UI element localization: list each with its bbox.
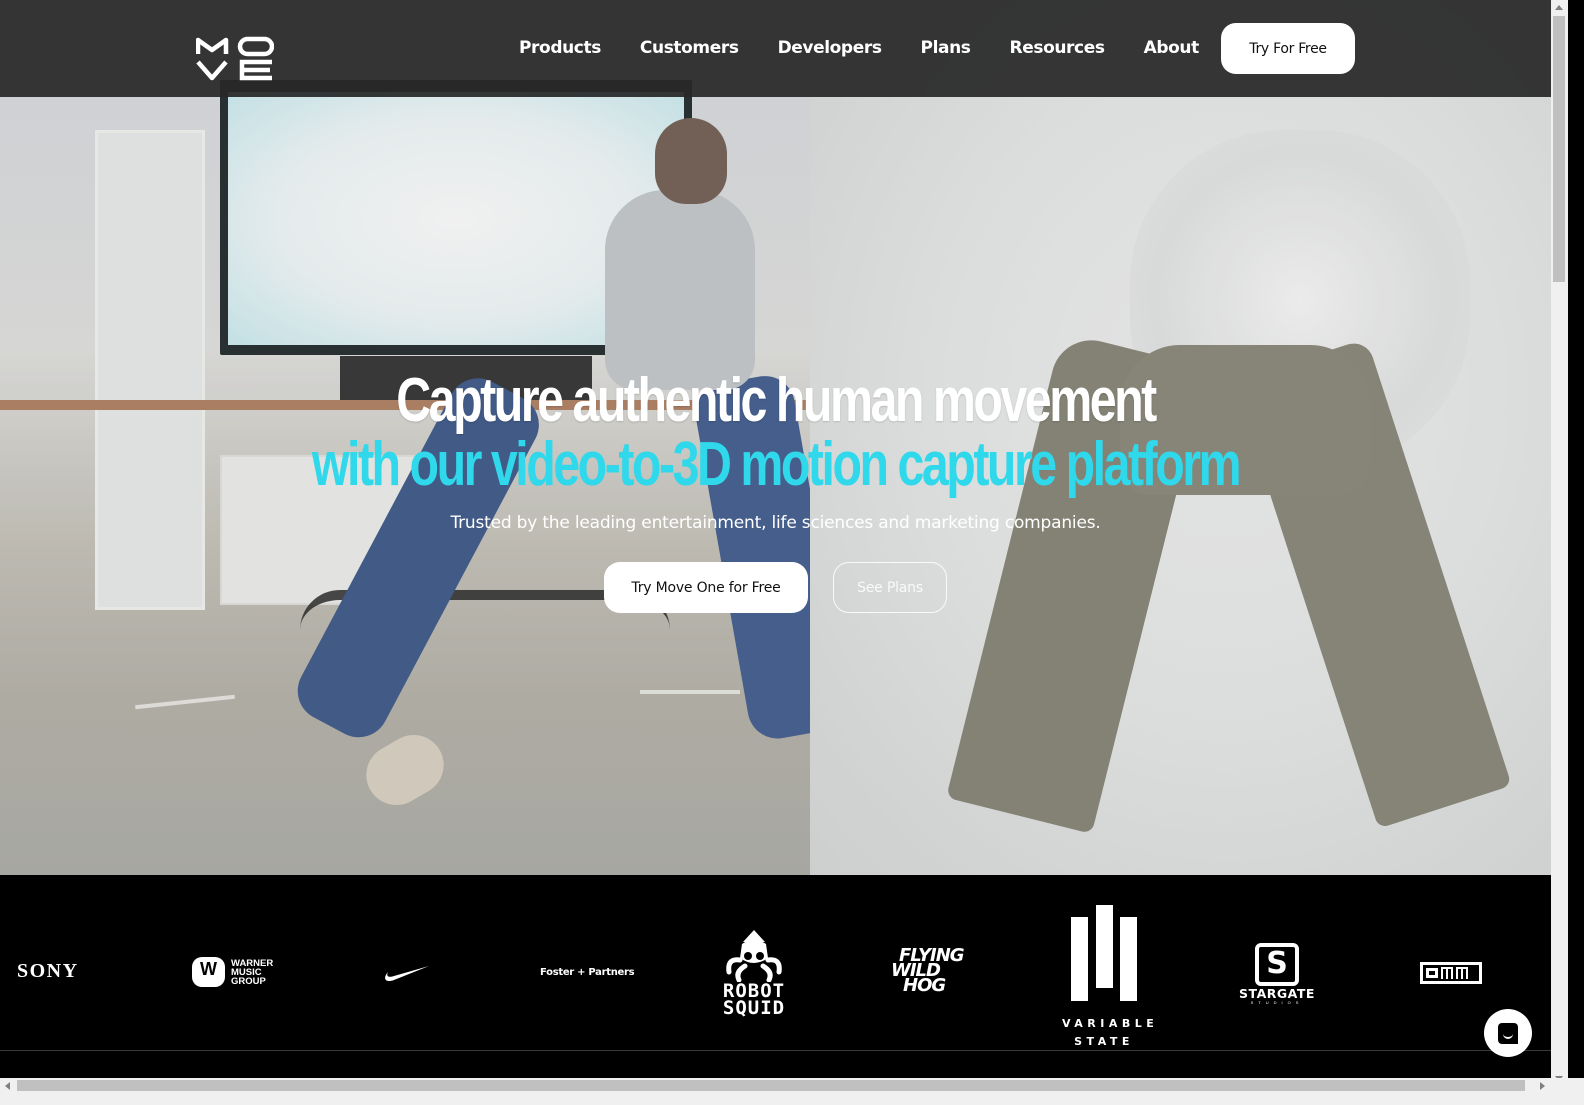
nav-customers[interactable]: Customers — [640, 36, 739, 60]
nike-swoosh-icon — [385, 966, 429, 982]
warner-music-group-logo: WARNER MUSIC GROUP — [192, 957, 273, 987]
nav-plans[interactable]: Plans — [921, 36, 971, 60]
nav-developers[interactable]: Developers — [778, 36, 882, 60]
vertical-scrollbar[interactable] — [1551, 0, 1568, 1089]
stargate-studios-logo: S STARGATE STUDIOS — [1236, 943, 1318, 1005]
robot-squid-logo: ROBOT SQUID — [713, 928, 795, 1018]
try-move-one-button[interactable]: Try Move One for Free — [604, 562, 808, 613]
hero-subheadline: Trusted by the leading entertainment, li… — [450, 513, 1101, 533]
nav-links: Products Customers Developers Plans Reso… — [519, 36, 1238, 60]
nav-products[interactable]: Products — [519, 36, 601, 60]
customer-logo-strip: SONY WARNER MUSIC GROUP Foster + Partner… — [0, 875, 1567, 1050]
scroll-right-arrow-icon[interactable] — [1540, 1082, 1545, 1090]
chat-widget-button[interactable] — [1484, 1009, 1532, 1057]
robot-squid-icon — [726, 930, 782, 983]
scroll-left-arrow-icon[interactable] — [5, 1082, 10, 1090]
variable-state-bars-icon — [1071, 905, 1137, 1001]
horizontal-scroll-thumb[interactable] — [17, 1080, 1525, 1091]
headline-line-2: with our video-to-3D motion capture plat… — [311, 430, 1242, 499]
nike-logo — [382, 963, 430, 983]
page-viewport: Products Customers Developers Plans Reso… — [0, 0, 1567, 1089]
try-for-free-button[interactable]: Try For Free — [1221, 23, 1355, 74]
hero-headline: Capture authentic human movement with ou… — [0, 366, 1551, 499]
move-logo-icon — [195, 36, 275, 81]
flying-wild-hog-logo: FLYING WILD HOG — [891, 945, 965, 996]
vertical-scroll-thumb[interactable] — [1553, 16, 1565, 282]
variable-state-logo: VARIABLE STATE — [1062, 905, 1154, 1051]
wmg-badge-icon — [192, 957, 225, 987]
stargate-s-icon: S — [1255, 943, 1299, 986]
headline-line-1: Capture authentic human movement — [396, 366, 1157, 435]
nav-resources[interactable]: Resources — [1010, 36, 1105, 60]
omm-logo — [1420, 962, 1482, 984]
chat-bubble-icon — [1498, 1022, 1518, 1044]
foster-partners-logo: Foster + Partners — [540, 967, 635, 978]
nav-about[interactable]: About — [1144, 36, 1200, 60]
see-plans-button[interactable]: See Plans — [833, 562, 947, 613]
scroll-up-arrow-icon[interactable] — [1555, 5, 1563, 10]
move-logo[interactable] — [195, 36, 275, 82]
horizontal-scrollbar[interactable] — [0, 1078, 1551, 1093]
top-navigation: Products Customers Developers Plans Reso… — [0, 0, 1567, 97]
section-divider — [0, 1050, 1551, 1051]
sony-logo: SONY — [17, 960, 79, 982]
